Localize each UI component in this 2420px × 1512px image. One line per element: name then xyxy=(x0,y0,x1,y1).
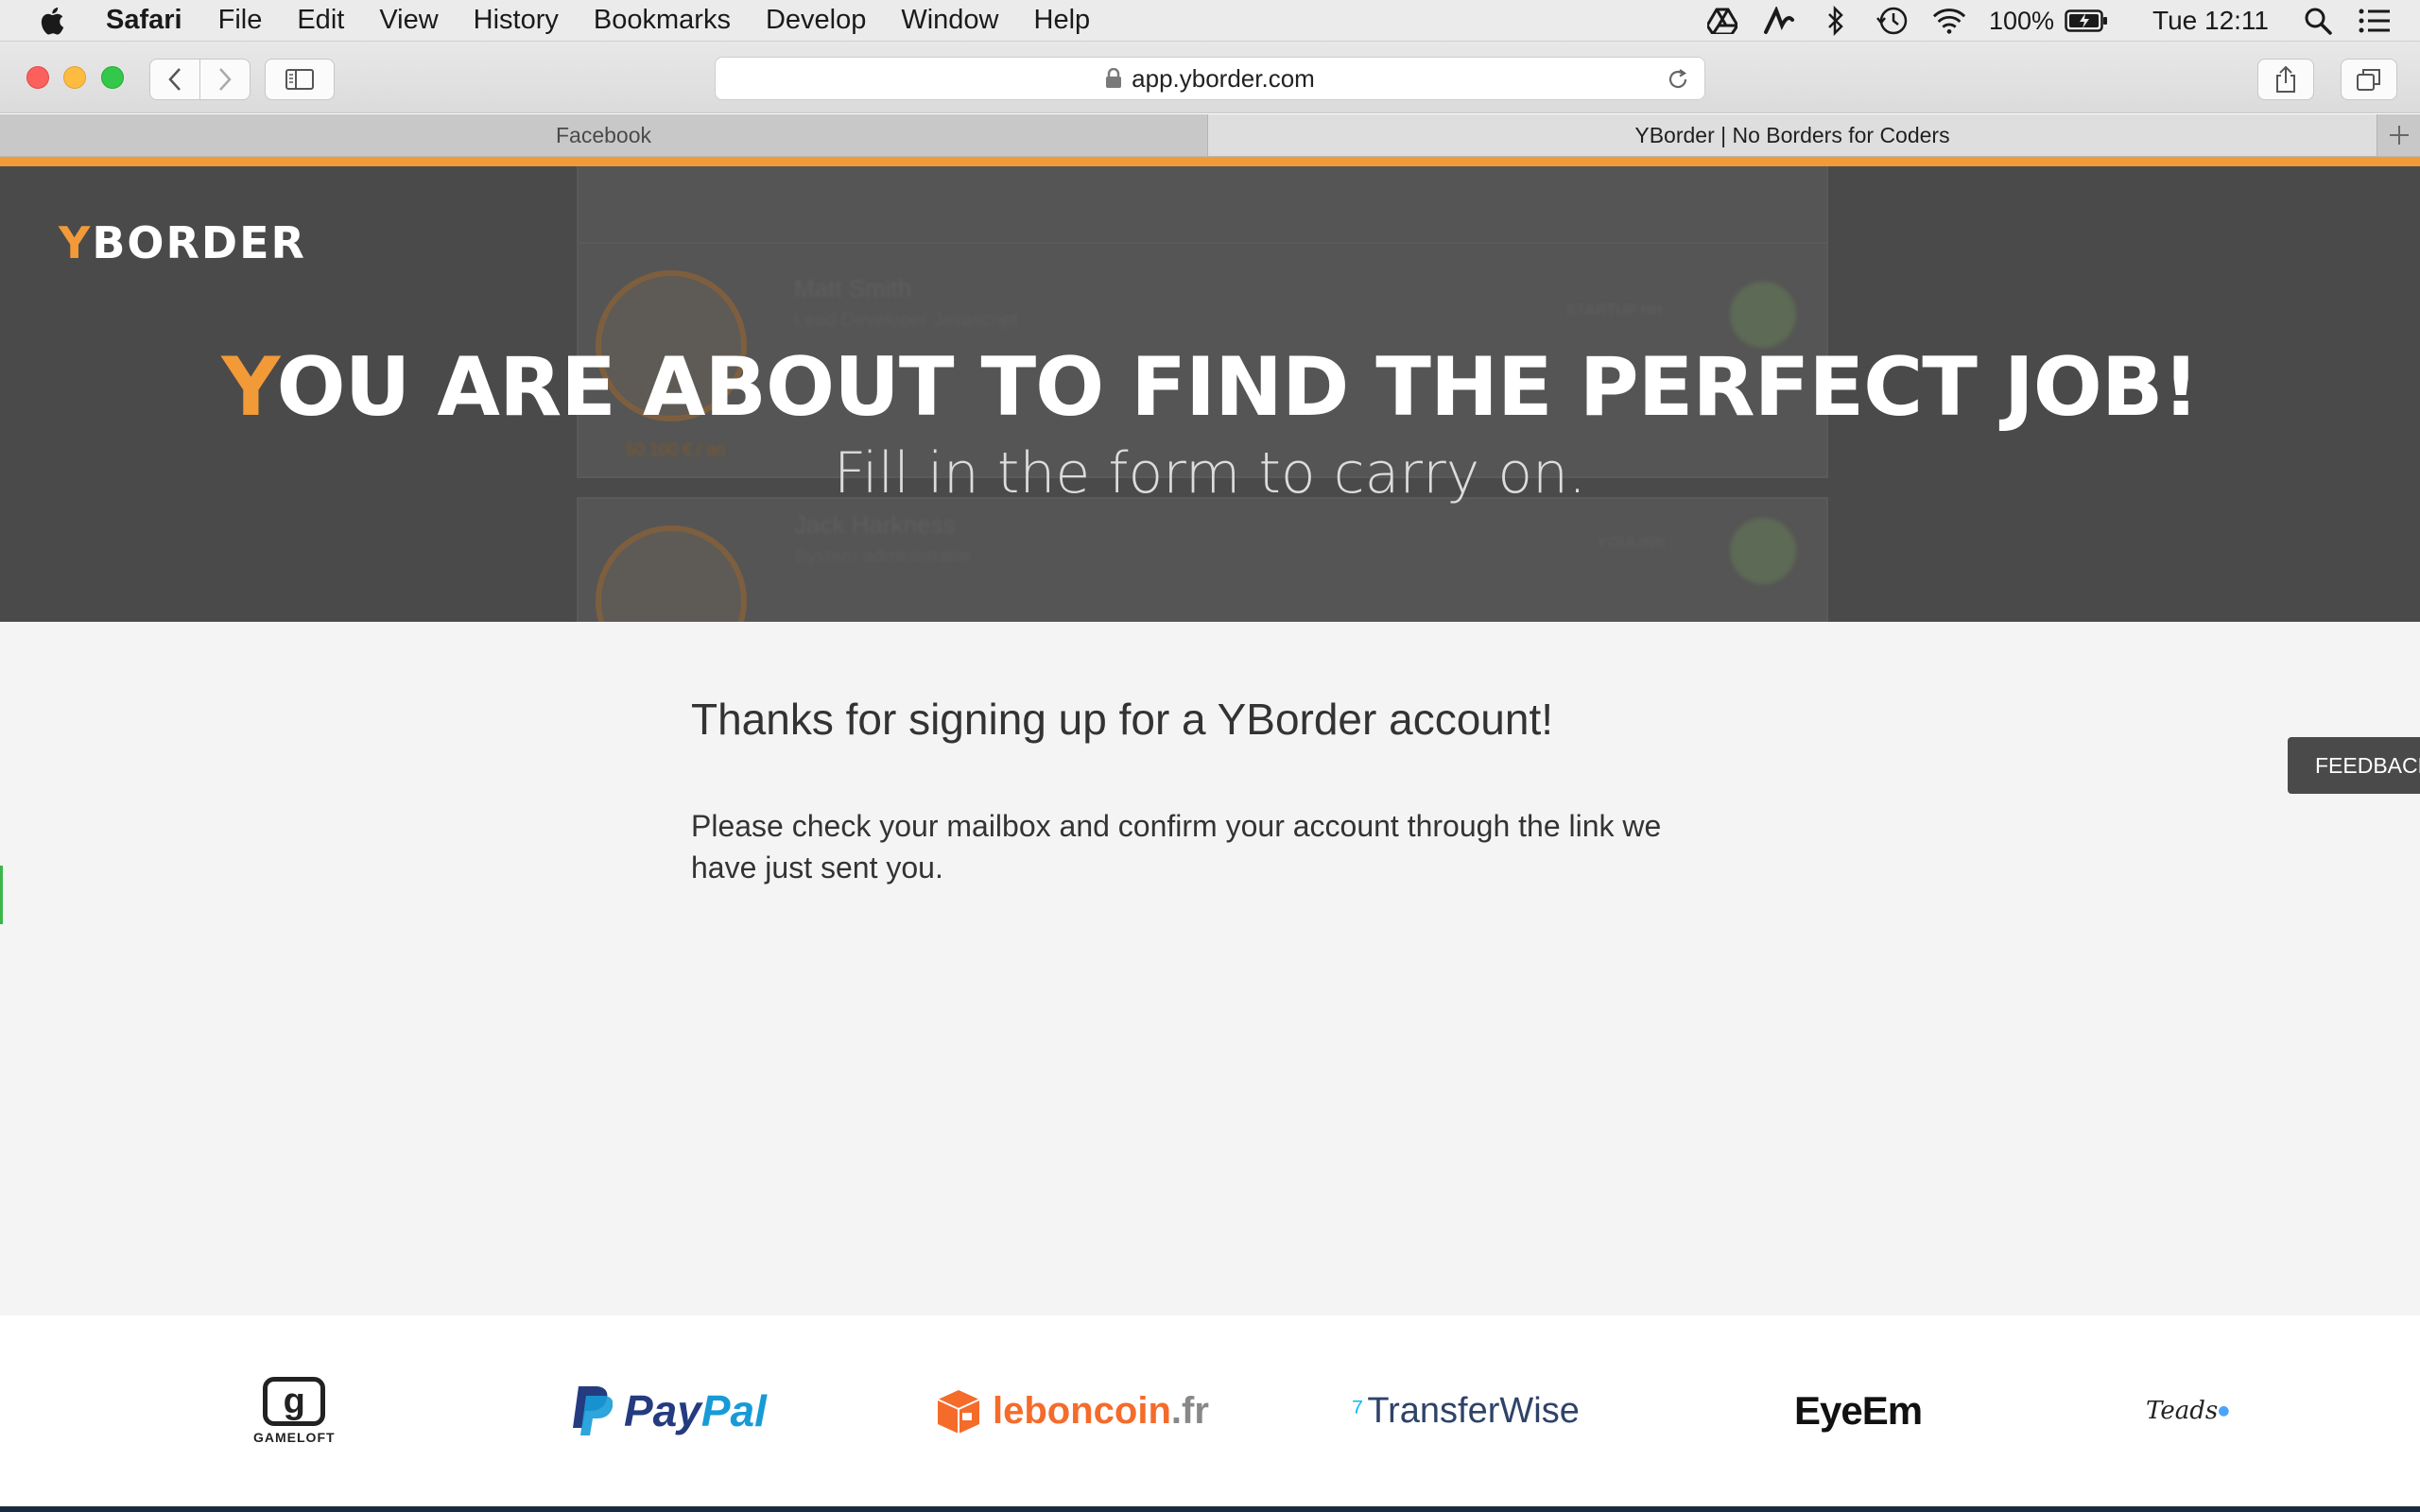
wifi-icon[interactable] xyxy=(1932,4,1966,38)
bluetooth-icon[interactable] xyxy=(1819,4,1853,38)
hero-title: YOU ARE ABOUT TO FIND THE PERFECT JOB! xyxy=(221,340,2199,435)
company-badge xyxy=(1730,282,1796,348)
leboncoin-box-icon xyxy=(937,1390,980,1434)
menu-file[interactable]: File xyxy=(218,5,263,36)
spotlight-search-icon[interactable] xyxy=(2301,4,2335,38)
feedback-button[interactable]: FEEDBACK xyxy=(2288,737,2420,794)
signature-app-icon[interactable] xyxy=(1762,4,1796,38)
reload-icon[interactable] xyxy=(1665,66,1691,93)
tab-facebook[interactable]: Facebook xyxy=(0,114,1208,156)
signup-confirmation-heading: Thanks for signing up for a YBorder acco… xyxy=(691,695,1554,744)
teads-logo: Teads ● xyxy=(2146,1397,2230,1425)
chevron-right-icon xyxy=(219,68,232,91)
main-content: Thanks for signing up for a YBorder acco… xyxy=(0,622,2420,1315)
menu-develop[interactable]: Develop xyxy=(766,5,866,36)
notification-center-icon[interactable] xyxy=(2358,4,2392,38)
leboncoin-logo: leboncoin.fr xyxy=(934,1315,1209,1506)
background-card-name: Jack Harkness xyxy=(794,510,956,539)
google-drive-icon[interactable] xyxy=(1705,4,1739,38)
hero-subtitle: Fill in the form to carry on. xyxy=(833,440,1587,507)
yborder-logo[interactable]: YBORDER xyxy=(59,217,306,268)
menu-clock[interactable]: Tue 12:11 xyxy=(2152,6,2269,36)
browser-toolbar: app.yborder.com xyxy=(0,42,2420,113)
new-tab-button[interactable] xyxy=(2377,114,2420,156)
sidebar-icon xyxy=(285,69,314,90)
menu-view[interactable]: View xyxy=(379,5,438,36)
tab-bar: Facebook YBorder | No Borders for Coders xyxy=(0,114,2420,157)
hero-banner: 50 000 €/an Matt Smith Lead Developer Ja… xyxy=(0,166,2420,622)
paypal-icon xyxy=(573,1386,613,1435)
gameloft-logo: g GAMELOFT xyxy=(253,1315,336,1506)
background-card-name: Matt Smith xyxy=(794,274,912,302)
background-card-role: System administrator xyxy=(794,546,972,567)
avatar xyxy=(596,525,747,622)
battery-percent: 100% xyxy=(1988,6,2055,35)
sidebar-toggle-button[interactable] xyxy=(265,59,335,100)
signup-confirmation-message: Please check your mailbox and confirm yo… xyxy=(691,809,1662,885)
green-edge-marker xyxy=(0,866,3,924)
chevron-left-icon xyxy=(168,68,181,91)
eyeem-logo: EyeEm xyxy=(1794,1388,1923,1433)
company-badge xyxy=(1730,518,1796,584)
window-bottom-edge xyxy=(0,1506,2420,1512)
time-machine-icon[interactable] xyxy=(1876,4,1910,38)
transferwise-logo: ⁷ TransferWise xyxy=(1352,1390,1580,1431)
share-button[interactable] xyxy=(2257,59,2314,100)
partner-logos: g GAMELOFT PayPal leboncoin.fr ⁷ Transfe… xyxy=(0,1315,2420,1506)
menu-history[interactable]: History xyxy=(474,5,559,36)
back-button[interactable] xyxy=(149,59,200,100)
tabs-overview-icon xyxy=(2357,69,2380,91)
background-card-role: Lead Developer Javascript xyxy=(794,310,1018,331)
window-close-button[interactable] xyxy=(26,66,49,89)
address-bar[interactable]: app.yborder.com xyxy=(715,57,1705,100)
menu-edit[interactable]: Edit xyxy=(297,5,344,36)
background-card-company: YOULINK xyxy=(1598,535,1666,551)
menu-window[interactable]: Window xyxy=(901,5,998,36)
orange-accent-strip xyxy=(0,157,2420,166)
background-card-company: STARTUP HH xyxy=(1566,302,1663,318)
share-icon xyxy=(2276,65,2295,93)
menu-bar: Safari File Edit View History Bookmarks … xyxy=(0,0,2420,42)
menu-app-name[interactable]: Safari xyxy=(106,5,182,36)
tab-yborder[interactable]: YBorder | No Borders for Coders xyxy=(1208,114,2377,156)
paypal-logo: PayPal xyxy=(569,1315,767,1506)
background-job-card: Jack Harkness System administrator YOULI… xyxy=(577,497,1828,622)
battery-icon[interactable] xyxy=(2064,4,2109,38)
window-zoom-button[interactable] xyxy=(101,66,124,89)
menu-help[interactable]: Help xyxy=(1034,5,1091,36)
menu-bookmarks[interactable]: Bookmarks xyxy=(594,5,731,36)
address-url: app.yborder.com xyxy=(1132,63,1315,93)
transferwise-flag-icon: ⁷ xyxy=(1352,1392,1364,1429)
apple-menu-icon[interactable] xyxy=(38,5,70,37)
forward-button[interactable] xyxy=(199,59,251,100)
show-all-tabs-button[interactable] xyxy=(2341,59,2397,100)
window-minimize-button[interactable] xyxy=(63,66,86,89)
plus-icon xyxy=(2389,126,2409,145)
lock-icon xyxy=(1106,68,1122,88)
